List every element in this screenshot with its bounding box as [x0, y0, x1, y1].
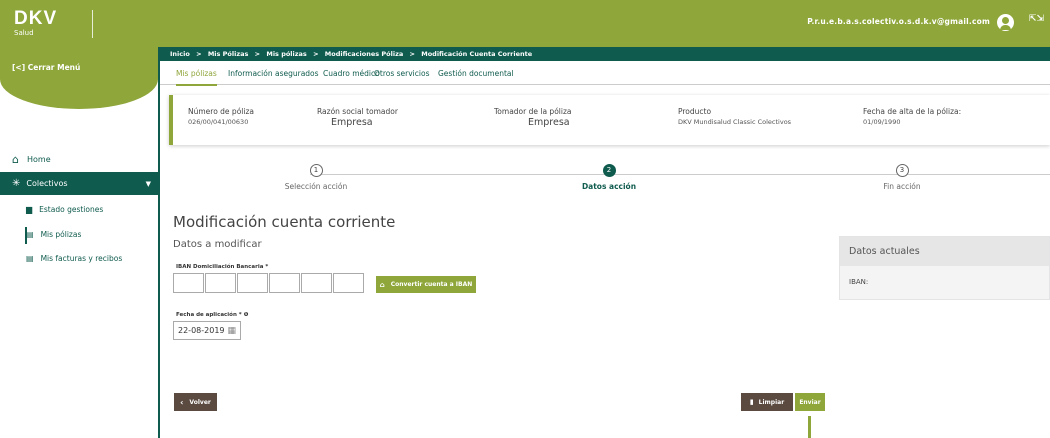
breadcrumb-mis-polizas[interactable]: Mis pólizas	[266, 50, 306, 58]
tabs: Mis pólizas Información asegurados Cuadr…	[160, 61, 1050, 86]
tab-informacion-asegurados[interactable]: Información asegurados	[228, 69, 319, 78]
breadcrumb-separator: >	[196, 50, 202, 58]
fullscreen-icon[interactable]: ⇱⇲	[1029, 15, 1044, 24]
policy-producto-label: Producto	[678, 107, 712, 116]
document-icon: ▤	[26, 230, 34, 239]
breadcrumb-mis-polizas-section[interactable]: Mis Pólizas	[208, 50, 249, 58]
main-content: Inicio > Mis Pólizas > Mis pólizas > Mod…	[160, 47, 1050, 438]
tab-cuadro-medico[interactable]: Cuadro médico	[323, 69, 380, 78]
close-menu-button[interactable]: [<] Cerrar Menú	[12, 63, 80, 72]
policy-razon-value: Empresa	[331, 117, 373, 128]
network-icon: ✳	[12, 178, 21, 189]
trash-icon: ▮	[749, 398, 754, 406]
chevron-left-icon: ‹	[180, 397, 184, 407]
step-label: Selección acción	[284, 182, 348, 191]
submit-button[interactable]: Enviar	[795, 393, 825, 411]
step-datos-accion: 2 Datos acción	[539, 164, 679, 191]
iban-field-1[interactable]	[173, 273, 204, 293]
tab-gestion-documental[interactable]: Gestión documental	[438, 69, 514, 78]
policy-numero-label: Número de póliza	[188, 107, 254, 116]
datos-actuales-panel: Datos actuales IBAN:	[839, 236, 1050, 300]
breadcrumb-inicio[interactable]: Inicio	[170, 50, 190, 58]
policy-fecha-label: Fecha de alta de la póliza:	[863, 107, 962, 116]
back-button-label: Volver	[189, 398, 211, 406]
calendar-icon[interactable]: ▦	[227, 323, 236, 340]
bank-icon: ⌂	[379, 280, 385, 289]
sidebar-header: [<] Cerrar Menú	[0, 47, 158, 109]
breadcrumb-separator: >	[254, 50, 261, 58]
policy-numero: Número de póliza 026/00/041/00630	[188, 107, 254, 126]
step-number: 2	[602, 164, 616, 177]
iban-field-3[interactable]	[237, 273, 268, 293]
step-number: 3	[895, 164, 909, 177]
breadcrumb-modificaciones[interactable]: Modificaciones Póliza	[325, 50, 403, 58]
caret-down-icon: ▼	[145, 179, 151, 188]
clear-button-label: Limpiar	[758, 398, 785, 406]
iban-input-group	[173, 273, 365, 293]
breadcrumb: Inicio > Mis Pólizas > Mis pólizas > Mod…	[160, 47, 1050, 61]
policy-producto: Producto DKV Mundisalud Classic Colectiv…	[678, 107, 791, 126]
datos-actuales-title: Datos actuales	[840, 237, 1049, 266]
page-title: Modificación cuenta corriente	[173, 213, 396, 231]
clear-button[interactable]: ▮ Limpiar	[741, 393, 793, 411]
sidebar-item-mis-facturas[interactable]: ▤ Mis facturas y recibos	[26, 254, 122, 263]
datos-actuales-iban-label: IBAN:	[849, 278, 869, 286]
fecha-aplicacion-label: Fecha de aplicación * ❶	[176, 312, 249, 318]
home-icon: ⌂	[12, 153, 19, 166]
iban-label: IBAN Domiciliación Bancaria *	[176, 264, 269, 270]
policy-fecha-alta: Fecha de alta de la póliza: 01/09/1990	[863, 107, 961, 126]
fecha-aplicacion-input[interactable]: 22-08-2019 ▦	[173, 321, 241, 340]
breadcrumb-current: Modificación Cuenta Corriente	[421, 50, 533, 58]
tab-mis-polizas[interactable]: Mis pólizas	[176, 69, 217, 86]
policy-numero-value: 026/00/041/00630	[188, 118, 249, 126]
step-fin-accion: 3 Fin acción	[832, 164, 972, 191]
logo-text: DKV	[14, 8, 58, 29]
sidebar-item-label: Mis pólizas	[40, 230, 82, 239]
convert-iban-label: Convertir cuenta a IBAN	[390, 281, 473, 288]
monitor-icon: ▆	[26, 205, 33, 214]
step-label: Fin acción	[883, 182, 921, 191]
dkv-logo[interactable]: DKV Salud	[14, 9, 57, 37]
policy-fecha-value: 01/09/1990	[863, 118, 901, 126]
sidebar: [<] Cerrar Menú ⌂ Home ✳ Colectivos ▼ ▆ …	[0, 47, 160, 438]
policy-tomador: Tomador de la póliza Empresa	[494, 107, 572, 128]
sidebar-item-mis-polizas[interactable]: ▤ Mis pólizas	[26, 230, 81, 239]
step-number: 1	[309, 164, 323, 177]
logo-divider	[92, 10, 93, 38]
breadcrumb-separator: >	[313, 50, 319, 58]
fecha-aplicacion-value: 22-08-2019	[178, 326, 225, 335]
policy-razon-label: Razón social tomador	[317, 107, 398, 116]
invoices-icon: ▤	[26, 254, 34, 263]
user-account-icon[interactable]	[997, 14, 1014, 31]
user-email[interactable]: P.r.u.e.b.a.s.colectiv.o.s.d.k.v@gmail.c…	[807, 17, 990, 26]
policy-tomador-label: Tomador de la póliza	[494, 107, 572, 116]
iban-field-4[interactable]	[269, 273, 300, 293]
back-button[interactable]: ‹ Volver	[174, 393, 217, 411]
submit-button-label: Enviar	[799, 398, 821, 406]
sidebar-item-home[interactable]: ⌂ Home	[12, 153, 152, 166]
step-seleccion-accion: 1 Selección acción	[246, 164, 386, 191]
sidebar-item-label: Estado gestiones	[39, 205, 104, 214]
policy-tomador-value: Empresa	[528, 117, 570, 128]
convert-iban-button[interactable]: ⌂ Convertir cuenta a IBAN	[376, 276, 476, 293]
policy-summary-card: Número de póliza 026/00/041/00630 Razón …	[169, 95, 1050, 145]
policy-razon-social: Razón social tomador Empresa	[317, 107, 398, 128]
sidebar-item-label: Mis facturas y recibos	[40, 254, 123, 263]
policy-producto-value: DKV Mundisalud Classic Colectivos	[678, 118, 792, 126]
submit-pointer-bar	[808, 416, 811, 438]
sidebar-item-estado-gestiones[interactable]: ▆ Estado gestiones	[26, 205, 103, 214]
breadcrumb-separator: >	[409, 50, 415, 58]
tab-otros-servicios[interactable]: Otros servicios	[374, 69, 429, 78]
iban-field-6[interactable]	[333, 273, 364, 293]
logo-subtext: Salud	[14, 29, 34, 37]
sidebar-item-label: Colectivos	[26, 179, 68, 188]
sidebar-item-colectivos[interactable]: ✳ Colectivos ▼	[0, 172, 158, 195]
sidebar-item-label: Home	[26, 155, 51, 164]
step-label: Datos acción	[581, 182, 637, 191]
section-subtitle: Datos a modificar	[173, 239, 262, 250]
iban-field-2[interactable]	[205, 273, 236, 293]
iban-field-5[interactable]	[301, 273, 332, 293]
top-bar: DKV Salud P.r.u.e.b.a.s.colectiv.o.s.d.k…	[0, 0, 1050, 47]
